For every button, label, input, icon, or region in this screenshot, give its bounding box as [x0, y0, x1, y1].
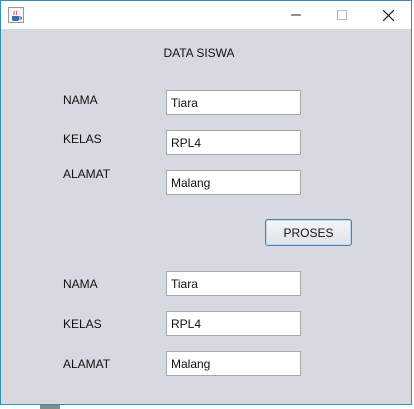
nama-output-label: NAMA [63, 277, 98, 291]
background-fragment [40, 405, 60, 409]
kelas-output-field[interactable] [166, 311, 301, 336]
app-window: DATA SISWA NAMA KELAS ALAMAT PROSES NAMA… [0, 0, 412, 405]
kelas-input[interactable] [166, 130, 301, 155]
proses-button[interactable]: PROSES [265, 219, 352, 246]
form-title: DATA SISWA [163, 46, 235, 60]
nama-label: NAMA [63, 93, 98, 107]
close-button[interactable] [365, 1, 411, 29]
alamat-output-label: ALAMAT [63, 357, 111, 371]
nama-input[interactable] [166, 90, 301, 115]
nama-output-field[interactable] [166, 271, 301, 296]
alamat-label: ALAMAT [63, 167, 111, 181]
java-cup-icon [8, 7, 24, 23]
title-bar[interactable] [1, 1, 411, 29]
maximize-icon [337, 10, 347, 20]
close-icon [382, 9, 394, 21]
minimize-button[interactable] [273, 1, 319, 29]
kelas-output-label: KELAS [63, 317, 102, 331]
alamat-input[interactable] [166, 170, 301, 195]
alamat-output-field[interactable] [166, 351, 301, 376]
kelas-label: KELAS [63, 132, 102, 146]
maximize-button[interactable] [319, 1, 365, 29]
minimize-icon [291, 14, 301, 16]
